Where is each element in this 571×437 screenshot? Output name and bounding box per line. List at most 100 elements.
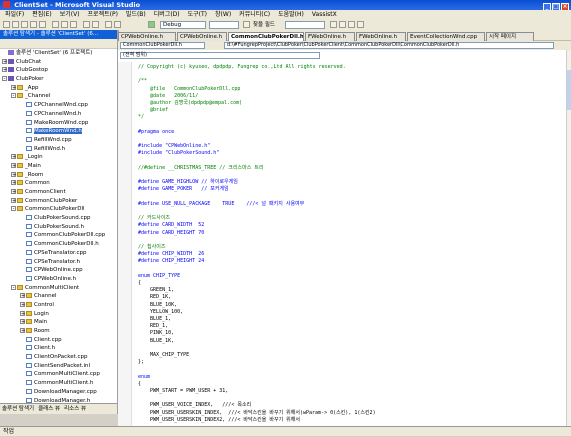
tree-item[interactable]: CommonClubPokerDll.h [0,240,117,249]
expand-toggle-icon[interactable]: + [20,310,25,316]
tree-item[interactable]: + _Room [0,171,117,180]
menu-item-3[interactable]: 프로젝트(P) [88,11,118,18]
menu-item-7[interactable]: 창(W) [215,11,231,18]
document-tab[interactable]: EventCollectionWnd.cpp [407,32,485,41]
tree-item[interactable]: DownloadManager.cpp [0,388,117,397]
left-pane-tab[interactable]: 리소스 뷰 [62,406,88,412]
paste-icon[interactable] [70,21,77,28]
tree-item[interactable]: + ClubChat [0,58,117,67]
document-tab[interactable]: FWebOnline.h [356,32,406,41]
expand-toggle-icon[interactable]: - [2,76,7,82]
tree-item[interactable]: ClientOnPacket.cpp [0,353,117,362]
menu-item-1[interactable]: 편집(E) [32,11,52,18]
menu-item-8[interactable]: 커뮤니티(C) [239,11,270,18]
menu-item-0[interactable]: 파일(F) [5,11,24,18]
tree-item[interactable]: CommonClubPokerDll.cpp [0,231,117,240]
tree-item[interactable]: CPWebOnline.h [0,275,117,284]
scrollbar-thumb[interactable] [567,70,571,110]
tree-item[interactable]: CommonMultiClient.cpp [0,370,117,379]
tree-item[interactable]: CPChannelWnd.cpp [0,101,117,110]
expand-toggle-icon[interactable]: + [20,328,25,334]
find-combo[interactable] [285,21,325,29]
expand-toggle-icon[interactable]: + [2,58,7,64]
scope-combo[interactable]: (전역 범위) [120,52,320,59]
tree-item[interactable]: + _Main [0,162,117,171]
expand-toggle-icon[interactable]: + [20,301,25,307]
document-tab[interactable]: 시작 페이지 [486,32,534,41]
tree-item[interactable]: CPSeTranslator.cpp [0,249,117,258]
tree-item[interactable]: RefillWnd.h [0,145,117,154]
left-pane-tab[interactable]: 클래스 뷰 [36,406,62,412]
tree-item[interactable]: 솔루션 'ClientSet' (6 프로젝트) [0,49,117,58]
tree-item[interactable]: - CommonMultiClient [0,284,117,293]
save-icon[interactable] [30,21,37,28]
find-in-files-icon[interactable] [330,21,337,28]
navigate-forward-icon[interactable] [114,21,121,28]
menu-item-4[interactable]: 빌드(B) [126,11,146,18]
tree-item[interactable]: + Channel [0,292,117,301]
tree-item[interactable]: + ClubGostop [0,66,117,75]
tree-item[interactable]: CPSeTranslator.h [0,258,117,267]
tree-item[interactable]: ClubPokerSound.cpp [0,214,117,223]
tree-item[interactable]: + Room [0,327,117,336]
path-combo[interactable]: d:\#FungrepProject\ClubPoker\ClubPokerCl… [224,42,554,49]
save-all-icon[interactable] [39,21,46,28]
expand-toggle-icon[interactable]: + [11,154,16,160]
expand-toggle-icon[interactable]: + [20,319,25,325]
tree-item[interactable]: MakeRoomWnd.h [0,127,117,136]
tree-item[interactable]: CPWebOnline.cpp [0,266,117,275]
solution-config-combo[interactable]: Debug [160,21,206,29]
cut-icon[interactable] [52,21,59,28]
tree-item[interactable]: + Main [0,318,117,327]
undo-icon[interactable] [83,21,90,28]
expand-toggle-icon[interactable]: + [11,189,16,195]
document-tab[interactable]: FWebOnline.h [305,32,355,41]
tree-item[interactable]: Client.cpp [0,336,117,345]
document-tab[interactable]: CPWebOnline.h [177,32,227,41]
tree-item[interactable]: ClientSendPacket.inl [0,362,117,371]
expand-toggle-icon[interactable]: + [11,84,16,90]
find-icon[interactable] [243,21,250,28]
add-item-icon[interactable] [12,21,19,28]
expand-toggle-icon[interactable]: + [20,293,25,299]
menu-item-5[interactable]: 디버그(D) [154,11,180,18]
tree-item[interactable]: - _Channel [0,92,117,101]
tree-item[interactable]: + _Login [0,153,117,162]
menu-item-10[interactable]: VassistX [312,11,337,18]
expand-toggle-icon[interactable]: + [11,197,16,203]
solution-explorer-icon[interactable] [339,21,346,28]
tree-item[interactable]: - CommonClubPokerDll [0,205,117,214]
tree-item[interactable]: + _App [0,84,117,93]
start-debug-icon[interactable] [148,21,155,28]
tree-item[interactable]: + CommonClubPoker [0,197,117,206]
expand-toggle-icon[interactable]: - [11,284,16,290]
tree-item[interactable]: + Login [0,310,117,319]
redo-icon[interactable] [92,21,99,28]
tree-item[interactable]: - ClubPoker [0,75,117,84]
expand-toggle-icon[interactable]: + [11,162,16,168]
tree-item[interactable]: + Control [0,301,117,310]
expand-toggle-icon[interactable]: - [11,206,16,212]
tree-item[interactable]: RefillWnd.cpp [0,136,117,145]
document-tab[interactable]: CPWebOnline.h [118,32,176,41]
navigate-back-icon[interactable] [105,21,112,28]
properties-icon[interactable] [348,21,355,28]
toolbox-icon[interactable] [357,21,364,28]
new-project-icon[interactable] [3,21,10,28]
editor-vertical-scrollbar[interactable] [566,50,571,426]
expand-toggle-icon[interactable]: + [11,180,16,186]
file-combo[interactable]: CommonClubPokerDll.h [120,42,205,49]
tree-item[interactable]: CommonMultiClient.h [0,379,117,388]
code-editor[interactable]: (전역 범위) // Copyright (c) kyuseo, dpdpdp,… [118,50,566,426]
menu-item-2[interactable]: 보기(V) [60,11,80,18]
expand-toggle-icon[interactable]: + [2,67,7,73]
expand-toggle-icon[interactable]: - [11,93,16,99]
document-tab[interactable]: CommonClubPokerDll.h [228,32,304,41]
tree-item[interactable]: Client.h [0,344,117,353]
tree-item[interactable]: MakeRoomWnd.cpp [0,119,117,128]
expand-toggle-icon[interactable]: + [11,171,16,177]
tree-item[interactable]: + Common [0,179,117,188]
menu-item-9[interactable]: 도움말(H) [278,11,304,18]
tree-item[interactable]: + CommonClient [0,188,117,197]
tree-item[interactable]: ClubPokerSound.h [0,223,117,232]
